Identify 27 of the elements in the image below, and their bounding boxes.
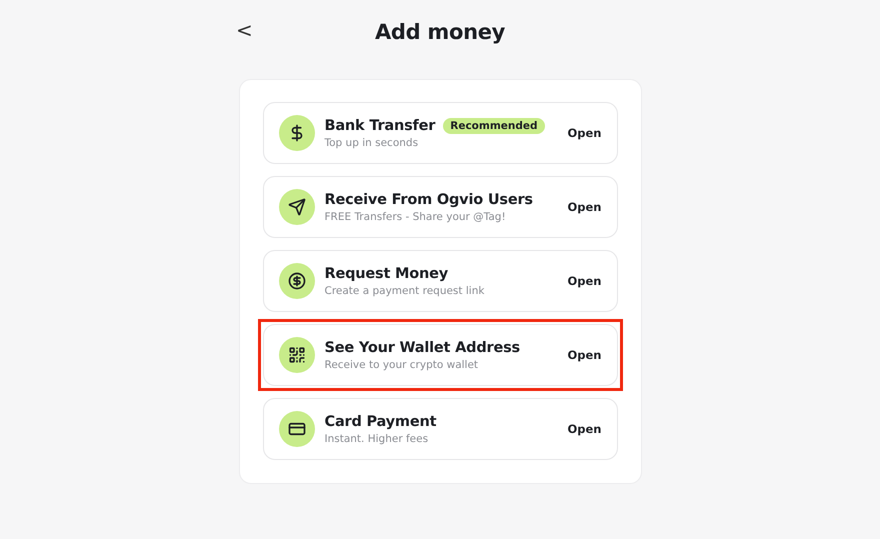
option-title: Bank Transfer: [324, 118, 436, 134]
back-button[interactable]: <: [232, 18, 257, 42]
open-button[interactable]: Open: [568, 274, 602, 288]
option-row[interactable]: See Your Wallet Address Receive to your crypto wallet Open: [262, 324, 618, 386]
option-subtitle: Top up in seconds: [324, 136, 420, 148]
option-title: Card Payment: [324, 414, 436, 430]
option-title: Receive From Ogvio Users: [324, 192, 533, 208]
option-subtitle: Create a payment request link: [324, 284, 486, 296]
option-row[interactable]: Receive From Ogvio Users FREE Transfers - Share your @Tag! Open: [262, 176, 618, 238]
option-title: See Your Wallet Address: [324, 340, 520, 356]
option-title: Request Money: [324, 266, 448, 282]
recommended-badge: Recommended: [443, 118, 545, 134]
option-row[interactable]: Card Payment Instant. Higher fees Open: [262, 398, 618, 460]
page-title: Add money: [374, 20, 506, 44]
option-subtitle: Instant. Higher fees: [324, 432, 430, 444]
credit-card-icon: [288, 420, 306, 438]
open-button[interactable]: Open: [568, 348, 602, 362]
open-button[interactable]: Open: [568, 126, 602, 140]
option-subtitle: FREE Transfers - Share your @Tag!: [324, 210, 507, 222]
option-subtitle: Receive to your crypto wallet: [324, 358, 480, 370]
option-row[interactable]: Bank Transfer Recommended Top up in seconds Open: [262, 102, 618, 164]
dollar-coin-icon: [288, 272, 306, 290]
open-button[interactable]: Open: [568, 200, 602, 214]
send-icon: [288, 198, 306, 216]
option-row[interactable]: Request Money Create a payment request link Open: [262, 250, 618, 312]
open-button[interactable]: Open: [568, 422, 602, 436]
qr-code-icon: [288, 346, 306, 364]
